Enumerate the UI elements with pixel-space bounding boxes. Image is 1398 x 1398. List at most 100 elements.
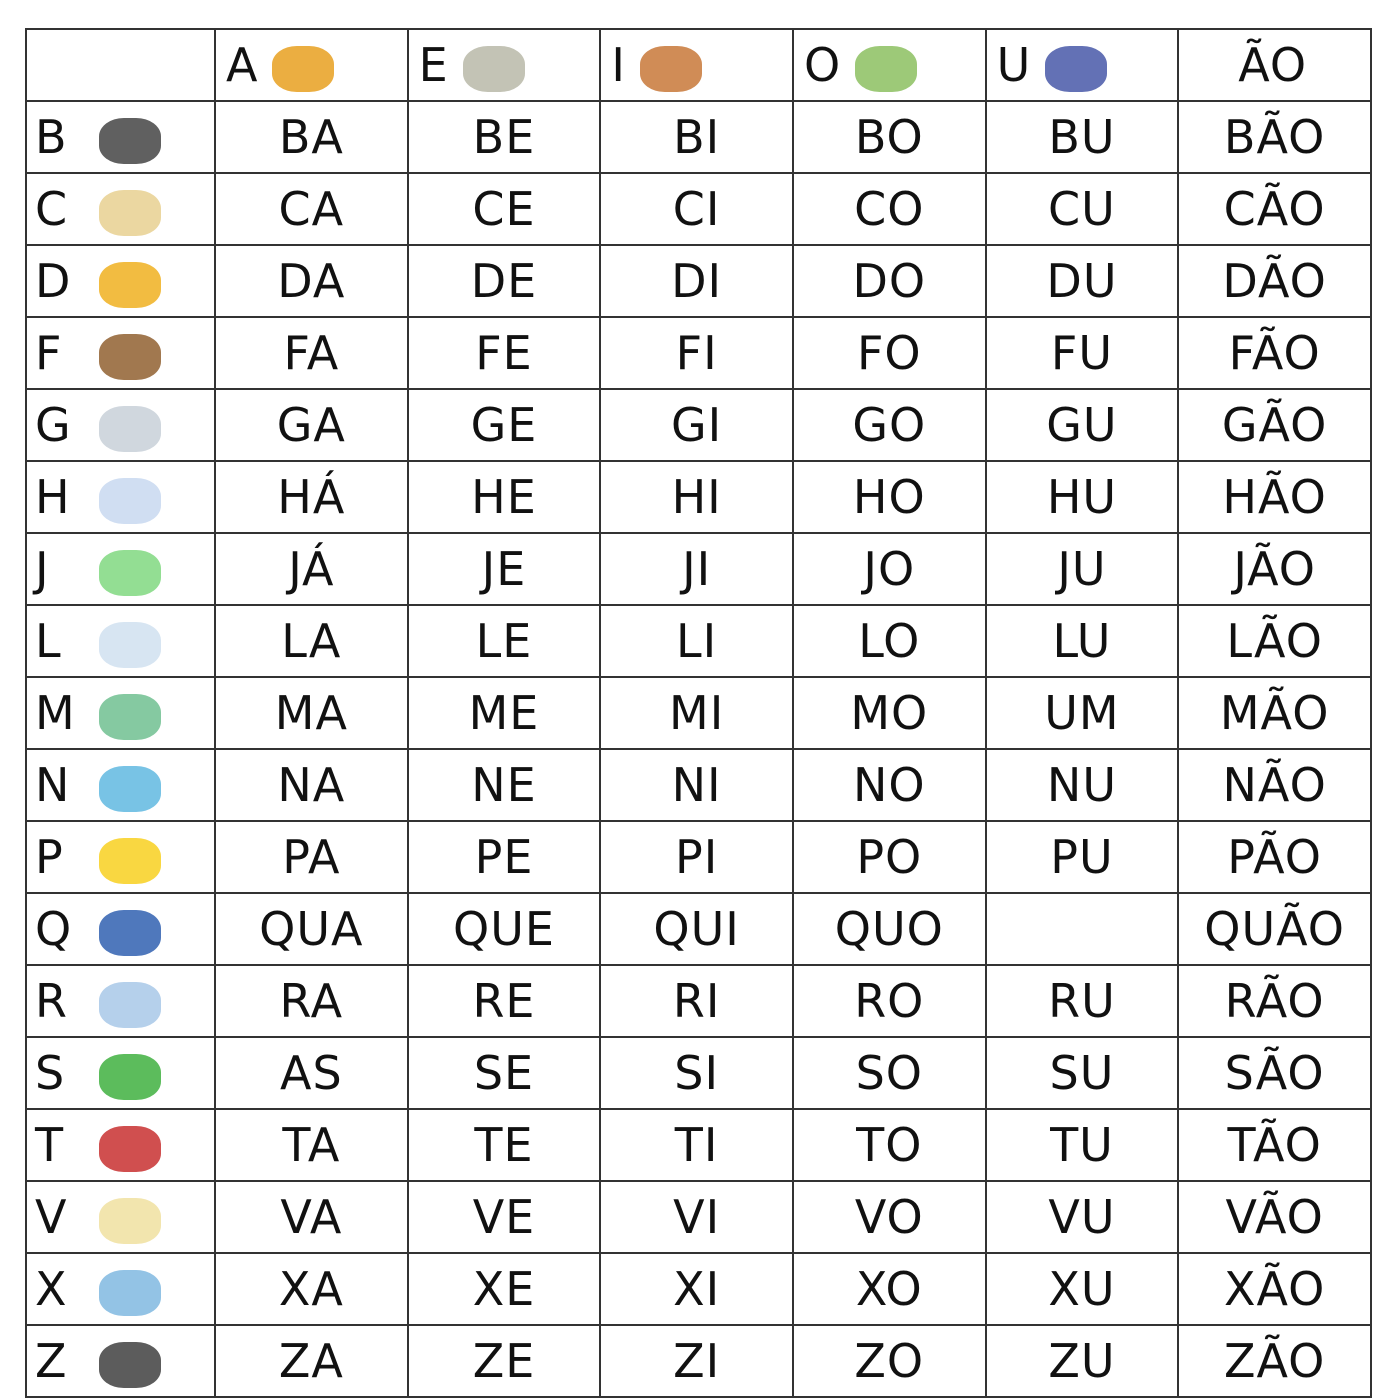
syllable-cell: XI: [599, 1252, 794, 1326]
syllable-cell: JÃO: [1177, 532, 1372, 606]
elephant-icon: [462, 45, 525, 92]
table-row: T TA TE TI TO TU TÃO: [25, 1108, 1372, 1182]
syllable-cell: CU: [984, 172, 1180, 246]
syllable-cell: BE: [406, 100, 602, 174]
bell-icon: [99, 909, 161, 956]
syllable-cell: TO: [791, 1108, 987, 1182]
consonant-label: T: [35, 1118, 65, 1172]
syllable-cell: JÁ: [214, 532, 409, 606]
consonant-cell: M: [25, 676, 216, 750]
duck-icon: [99, 837, 161, 884]
syllable-cell: XE: [406, 1252, 602, 1326]
syllable-cell: TI: [599, 1108, 794, 1182]
consonant-cell: S: [25, 1036, 216, 1110]
vowel-label: A: [226, 38, 259, 92]
syllable-cell: PA: [214, 820, 409, 894]
syllable-cell: QUO: [791, 892, 987, 966]
syllable-cell: PE: [406, 820, 602, 894]
consonant-cell: J: [25, 532, 216, 606]
consonant-label: L: [35, 614, 62, 668]
syllable-cell: FA: [214, 316, 409, 390]
consonant-label: H: [35, 470, 71, 524]
consonant-label: M: [35, 686, 76, 740]
syllable-cell: BÃO: [1177, 100, 1372, 174]
syllable-cell: ZÃO: [1177, 1324, 1372, 1398]
consonant-cell: D: [25, 244, 216, 318]
syllable-cell: MI: [599, 676, 794, 750]
eye-icon: [855, 45, 918, 92]
syllable-cell: LA: [214, 604, 409, 678]
corner-cell: [25, 28, 216, 102]
airplane-icon: [272, 45, 335, 92]
syllable-cell: VO: [791, 1180, 987, 1254]
vowel-label: U: [996, 38, 1032, 92]
consonant-label: B: [35, 110, 68, 164]
syllable-cell: ZO: [791, 1324, 987, 1398]
syllable-cell: DO: [791, 244, 987, 318]
consonant-label: D: [35, 254, 72, 308]
table-row: C CA CE CI CO CU CÃO: [25, 172, 1372, 246]
syllable-cell: NO: [791, 748, 987, 822]
syllable-table: A E I O U ÃO B BA BE BI BO BU BÃO C CA CE CI CO CU CÃO D DA DE…: [25, 28, 1372, 1398]
syllable-cell: VE: [406, 1180, 602, 1254]
syllable-cell: BI: [599, 100, 794, 174]
syllable-cell: LÃO: [1177, 604, 1372, 678]
syllable-cell: SU: [984, 1036, 1180, 1110]
syllable-cell: HÃO: [1177, 460, 1372, 534]
consonant-cell: B: [25, 100, 216, 174]
syllable-cell: ZI: [599, 1324, 794, 1398]
alligator-icon: [99, 549, 161, 596]
syllable-cell: QUÃO: [1177, 892, 1372, 966]
consonant-cell: N: [25, 748, 216, 822]
syllable-cell: DÃO: [1177, 244, 1372, 318]
syllable-cell: SO: [791, 1036, 987, 1110]
syllable-cell: VÃO: [1177, 1180, 1372, 1254]
syllable-cell: UM: [984, 676, 1180, 750]
syllable-cell: NU: [984, 748, 1180, 822]
syllable-cell: JU: [984, 532, 1180, 606]
consonant-cell: T: [25, 1108, 216, 1182]
header-cell: U: [984, 28, 1180, 102]
syllable-cell: GO: [791, 388, 987, 462]
grapes-icon: [1045, 45, 1108, 92]
syllable-cell: PÃO: [1177, 820, 1372, 894]
cup-icon: [99, 1269, 161, 1316]
consonant-cell: F: [25, 316, 216, 390]
knife-icon: [99, 333, 161, 380]
syllable-cell: DI: [599, 244, 794, 318]
consonant-label: Q: [35, 902, 73, 956]
zebra-icon: [99, 1341, 161, 1388]
table-row: F FA FE FI FO FU FÃO: [25, 316, 1372, 390]
consonant-cell: C: [25, 172, 216, 246]
consonant-label: S: [35, 1046, 66, 1100]
syllable-cell: FI: [599, 316, 794, 390]
bottle-icon: [99, 621, 161, 668]
syllable-cell: LI: [599, 604, 794, 678]
syllable-cell: TE: [406, 1108, 602, 1182]
syllable-cell: FU: [984, 316, 1180, 390]
syllable-cell: HÁ: [214, 460, 409, 534]
consonant-cell: P: [25, 820, 216, 894]
consonant-label: P: [35, 830, 64, 884]
syllable-cell: TÃO: [1177, 1108, 1372, 1182]
syllable-cell: MÃO: [1177, 676, 1372, 750]
table-row: Z ZA ZE ZI ZO ZU ZÃO: [25, 1324, 1372, 1398]
header-cell: I: [599, 28, 794, 102]
consonant-label: G: [35, 398, 72, 452]
syllable-cell: RE: [406, 964, 602, 1038]
consonant-label: J: [35, 542, 50, 596]
syllable-cell: ME: [406, 676, 602, 750]
table-row: J JÁ JE JI JO JU JÃO: [25, 532, 1372, 606]
syllable-cell: NI: [599, 748, 794, 822]
table-row: P PA PE PI PO PU PÃO: [25, 820, 1372, 894]
syllable-cell: CE: [406, 172, 602, 246]
table-row: N NA NE NI NO NU NÃO: [25, 748, 1372, 822]
table-row: M MA ME MI MO UM MÃO: [25, 676, 1372, 750]
table-row: V VA VE VI VO VU VÃO: [25, 1180, 1372, 1254]
consonant-cell: X: [25, 1252, 216, 1326]
syllable-cell: PI: [599, 820, 794, 894]
syllable-cell: ZU: [984, 1324, 1180, 1398]
table-row: D DA DE DI DO DU DÃO: [25, 244, 1372, 318]
syllable-cell: GÃO: [1177, 388, 1372, 462]
cat-icon: [99, 405, 161, 452]
